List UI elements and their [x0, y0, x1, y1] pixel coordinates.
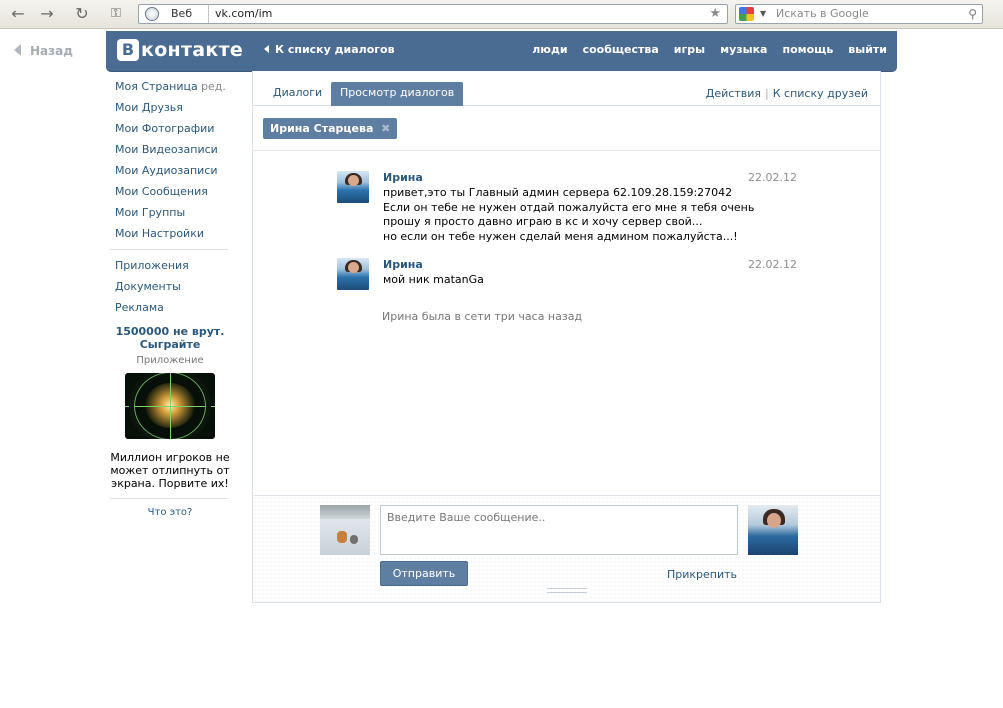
back-to-dialogs-link[interactable]: К списку диалогов	[264, 43, 395, 56]
participant-chip[interactable]: Ирина Старцева ✖	[263, 118, 398, 139]
sidebar-item-messages[interactable]: Мои Сообщения	[110, 183, 230, 204]
reload-icon[interactable]: ↻	[72, 4, 92, 24]
ad-text[interactable]: Миллион игроков не может отлипнуть от эк…	[110, 451, 230, 490]
participants-row: Ирина Старцева ✖	[253, 107, 880, 151]
recipient-avatar[interactable]	[748, 505, 798, 555]
message-text: привет,это ты Главный админ сервера 62.1…	[383, 186, 755, 243]
dialog-panel: Диалоги Просмотр диалогов Действия | К спи…	[252, 71, 881, 603]
avatar[interactable]	[337, 171, 369, 203]
my-avatar[interactable]	[320, 505, 370, 555]
ad-what-is-this-link[interactable]: Что это?	[110, 507, 230, 518]
sidebar-item-photos[interactable]: Мои Фотографии	[110, 120, 230, 141]
online-status: Ирина была в сети три часа назад	[382, 310, 583, 323]
message-input[interactable]: Введите Ваше сообщение..	[380, 505, 738, 555]
logo-word: контакте	[141, 39, 244, 61]
key-icon[interactable]: ⚿	[104, 4, 128, 24]
actions-link[interactable]: Действия	[706, 87, 761, 100]
message-text: мой ник matanGa	[383, 273, 484, 286]
separator: |	[765, 87, 769, 100]
address-bar[interactable]: Веб vk.com/im ★	[138, 4, 728, 24]
participant-name: Ирина Старцева	[270, 122, 374, 135]
sidebar-item-audio[interactable]: Мои Аудиозаписи	[110, 162, 230, 183]
message-author[interactable]: Ирина	[383, 258, 423, 272]
browser-toolbar: ← → ↻ ⚿ Веб vk.com/im ★ ▼ Искать в Googl…	[0, 0, 1003, 29]
search-icon[interactable]: ⚲	[968, 5, 977, 23]
google-logo-icon[interactable]	[739, 7, 754, 21]
arrow-left-icon	[14, 44, 21, 56]
nav-logout[interactable]: выйти	[848, 43, 887, 56]
chevron-down-icon[interactable]: ▼	[760, 5, 766, 23]
compose-area: Введите Ваше сообщение.. Отправить Прикр…	[253, 495, 880, 602]
browser-back-icon[interactable]: ←	[8, 4, 28, 24]
send-button[interactable]: Отправить	[380, 561, 468, 586]
sidebar-item-documents[interactable]: Документы	[110, 278, 230, 299]
ad-image[interactable]	[125, 373, 215, 439]
left-sidebar: ред. Моя Страница Мои Друзья Мои Фотогра…	[110, 78, 230, 518]
sidebar-item-friends[interactable]: Мои Друзья	[110, 99, 230, 120]
divider	[110, 498, 228, 499]
google-search-box[interactable]: ▼ Искать в Google ⚲	[735, 4, 983, 24]
close-icon[interactable]: ✖	[381, 118, 390, 139]
vk-logo[interactable]: Вконтакте	[117, 39, 243, 63]
globe-icon	[145, 7, 159, 21]
arrow-left-icon	[264, 45, 269, 53]
friends-list-link[interactable]: К списку друзей	[773, 87, 868, 100]
url-text[interactable]: vk.com/im	[215, 5, 272, 23]
nav-people[interactable]: люди	[532, 43, 567, 56]
sidebar-item-apps[interactable]: Приложения	[110, 257, 230, 278]
tabs-actions: Действия | К списку друзей	[706, 87, 868, 100]
sidebar-item-ads[interactable]: Реклама	[110, 299, 230, 320]
ad-title[interactable]: 1500000 не врут. Сыграйте	[110, 325, 230, 351]
message-date: 22.02.12	[748, 171, 797, 184]
tab-view-dialogs[interactable]: Просмотр диалогов	[331, 82, 464, 106]
resize-grip[interactable]	[547, 588, 587, 593]
sidebar-item-settings[interactable]: Мои Настройки	[110, 225, 230, 246]
sidebar-item-videos[interactable]: Мои Видеозаписи	[110, 141, 230, 162]
sidebar-item-groups[interactable]: Мои Группы	[110, 204, 230, 225]
attach-link[interactable]: Прикрепить	[667, 568, 737, 581]
browser-forward-icon[interactable]: →	[37, 4, 57, 24]
back-link[interactable]: Назад	[14, 44, 73, 58]
bookmark-star-icon[interactable]: ★	[709, 5, 721, 23]
avatar[interactable]	[337, 258, 369, 290]
nav-games[interactable]: игры	[674, 43, 705, 56]
search-input[interactable]: Искать в Google	[776, 5, 869, 23]
logo-letter: В	[117, 39, 139, 61]
nav-music[interactable]: музыка	[720, 43, 767, 56]
message-author[interactable]: Ирина	[383, 171, 423, 185]
nav-help[interactable]: помощь	[782, 43, 833, 56]
site-header: Вконтакте К списку диалогов люди сообщес…	[106, 31, 897, 71]
tab-dialogs[interactable]: Диалоги	[264, 82, 331, 106]
top-nav: люди сообщества игры музыка помощь выйти	[517, 43, 887, 56]
tabs-bar: Диалоги Просмотр диалогов Действия | К спи…	[253, 71, 880, 106]
message-date: 22.02.12	[748, 258, 797, 271]
edit-link[interactable]: ред.	[201, 78, 226, 95]
ad-subtitle: Приложение	[136, 355, 204, 366]
nav-communities[interactable]: сообщества	[583, 43, 659, 56]
search-engine-tag[interactable]: Веб	[161, 5, 209, 23]
divider	[110, 249, 228, 250]
